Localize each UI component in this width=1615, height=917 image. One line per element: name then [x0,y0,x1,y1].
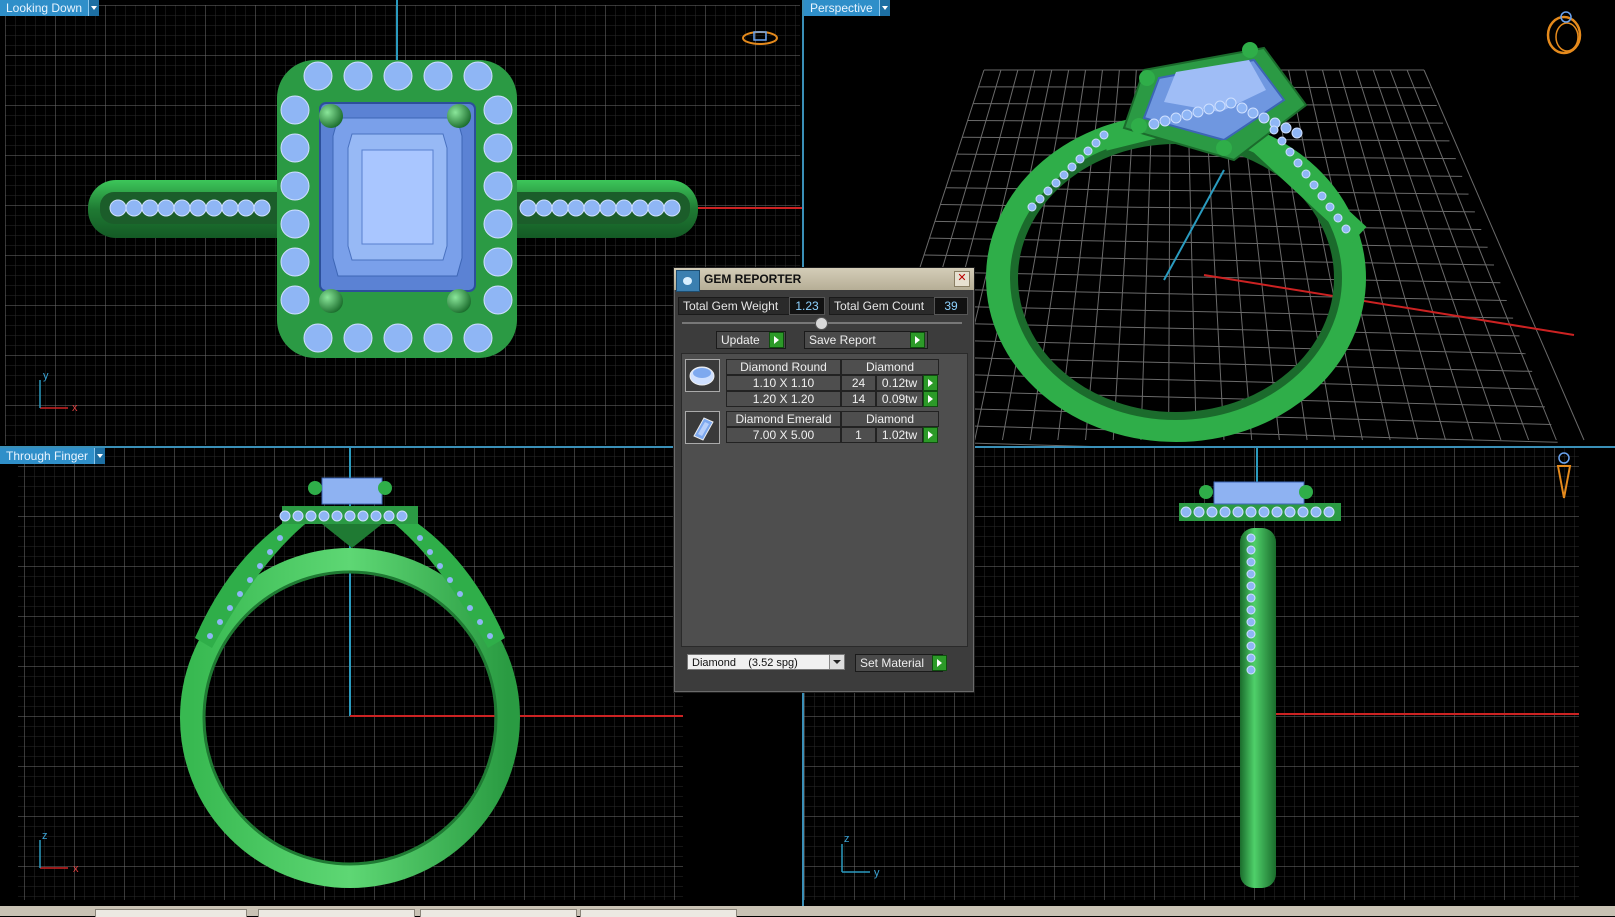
axis-label-a: y [43,370,49,382]
axis-label-b: x [72,402,78,414]
axis-label-b: x [73,863,79,875]
taskbar-strip [0,906,1615,917]
set-material-button[interactable]: Set Material [855,654,943,672]
gem-weight: 0.12tw [876,375,923,391]
gem-size: 7.00 X 5.00 [726,427,841,443]
viewport-title: Perspective [810,1,873,15]
viewport-title: Through Finger [6,449,89,463]
gem-type-name: Diamond Emerald [726,411,841,427]
viewport-title: Looking Down [6,1,83,15]
axis-label-a: z [844,833,850,845]
dialog-titlebar[interactable]: GEM REPORTER ✕ [674,268,974,292]
update-button-label: Update [721,333,760,347]
gem-size: 1.10 X 1.10 [726,375,841,391]
play-arrow-icon[interactable] [769,332,784,348]
gem-count: 1 [841,427,876,443]
play-arrow-icon[interactable] [923,391,938,407]
viewport-label-perspective[interactable]: Perspective [804,0,890,16]
chevron-down-icon[interactable] [829,655,844,669]
emerald-diamond-icon[interactable] [685,411,720,444]
viewport-label-through-finger[interactable]: Through Finger [0,448,106,464]
total-weight-value: 1.23 [789,297,825,315]
chevron-down-icon[interactable] [88,0,100,16]
play-arrow-icon[interactable] [923,375,938,391]
gem-weight: 1.02tw [876,427,923,443]
gem-material: Diamond [841,359,939,375]
chevron-down-icon[interactable] [94,448,106,464]
total-count-label: Total Gem Count [829,297,937,315]
total-weight-label: Total Gem Weight [678,297,790,315]
material-select-value: Diamond (3.52 spg) [692,657,798,669]
gem-type-name: Diamond Round [726,359,841,375]
save-report-label: Save Report [809,333,876,347]
round-diamond-icon[interactable] [685,359,720,392]
set-material-label: Set Material [860,656,925,670]
gem-reporter-dialog: GEM REPORTER ✕ Total Gem Weight 1.23 Tot… [673,267,975,693]
close-icon[interactable]: ✕ [954,271,970,287]
material-select[interactable]: Diamond (3.52 spg) [687,654,845,670]
gem-weight: 0.09tw [876,391,923,407]
gem-count: 14 [841,391,876,407]
dialog-title: GEM REPORTER [704,272,802,286]
gem-count: 24 [841,375,876,391]
gem-reporter-icon [676,270,700,292]
ring-orientation-icon [1546,11,1582,55]
gem-size: 1.20 X 1.20 [726,391,841,407]
gem-material: Diamond [841,411,939,427]
play-arrow-icon[interactable] [923,427,938,443]
total-count-value: 39 [934,297,968,315]
gem-list-panel: Diamond Round Diamond 1.10 X 1.10 24 0.1… [681,353,968,647]
splitter-handle[interactable] [815,317,828,330]
play-arrow-icon[interactable] [910,332,925,348]
viewport-label-looking-down[interactable]: Looking Down [0,0,100,16]
chevron-down-icon[interactable] [878,0,890,16]
axis-label-b: y [874,867,880,879]
play-arrow-icon[interactable] [932,655,947,671]
axis-label-a: z [42,830,48,842]
